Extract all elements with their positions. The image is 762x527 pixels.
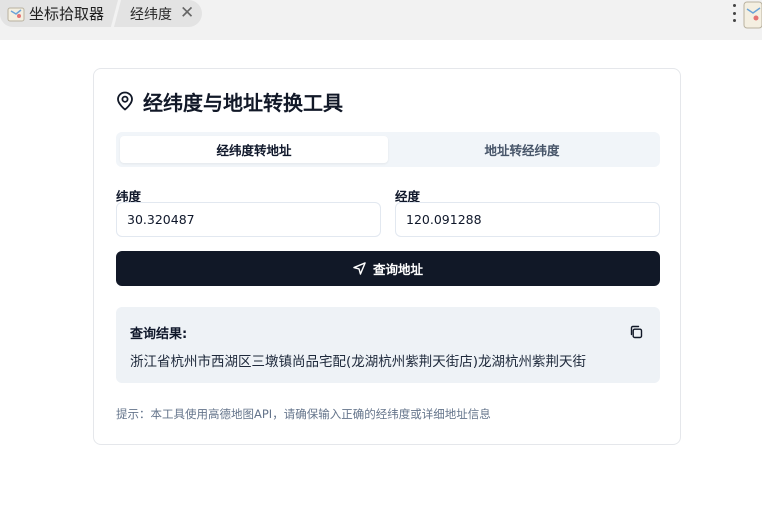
page-tab-label: 经纬度 (130, 6, 172, 23)
result-panel: 查询结果: 浙江省杭州市西湖区三墩镇尚品宅配(龙湖杭州紫荆天街店)龙湖杭州紫荆天… (116, 307, 660, 383)
mode-tabs: 经纬度转地址 地址转经纬度 (116, 132, 660, 167)
kebab-menu-icon[interactable] (729, 2, 739, 24)
latitude-input[interactable] (116, 202, 381, 237)
browser-top-bar: 坐标拾取器 经纬度 ✕ (0, 0, 762, 40)
tab-coords-to-address[interactable]: 经纬度转地址 (120, 136, 388, 163)
hint-text: 提示：本工具使用高德地图API，请确保输入正确的经纬度或详细地址信息 (116, 407, 491, 421)
map-app-icon (7, 7, 25, 21)
page-title-text: 经纬度与地址转换工具 (143, 90, 343, 115)
converter-card: 经纬度与地址转换工具 经纬度转地址 地址转经纬度 纬度 经度 查询地址 查询结果… (93, 68, 681, 445)
tab-address-to-coords[interactable]: 地址转经纬度 (388, 136, 656, 163)
query-address-button[interactable]: 查询地址 (116, 251, 660, 286)
query-address-button-label: 查询地址 (372, 262, 423, 277)
navigation-arrow-icon (353, 262, 366, 275)
close-icon[interactable]: ✕ (180, 5, 194, 22)
result-title: 查询结果: (130, 327, 188, 342)
map-app-icon-corner[interactable] (742, 0, 762, 30)
page-title: 经纬度与地址转换工具 (116, 89, 343, 115)
longitude-input[interactable] (395, 202, 660, 237)
result-address-text: 浙江省杭州市西湖区三墩镇尚品宅配(龙湖杭州紫荆天街店)龙湖杭州紫荆天街 (130, 354, 587, 370)
map-pin-icon (117, 91, 133, 111)
copy-icon (630, 325, 643, 339)
page-tab[interactable]: 经纬度 ✕ (114, 0, 202, 27)
app-tab[interactable]: 坐标拾取器 (0, 0, 118, 27)
app-tab-label: 坐标拾取器 (29, 5, 105, 23)
copy-button[interactable] (628, 324, 644, 340)
